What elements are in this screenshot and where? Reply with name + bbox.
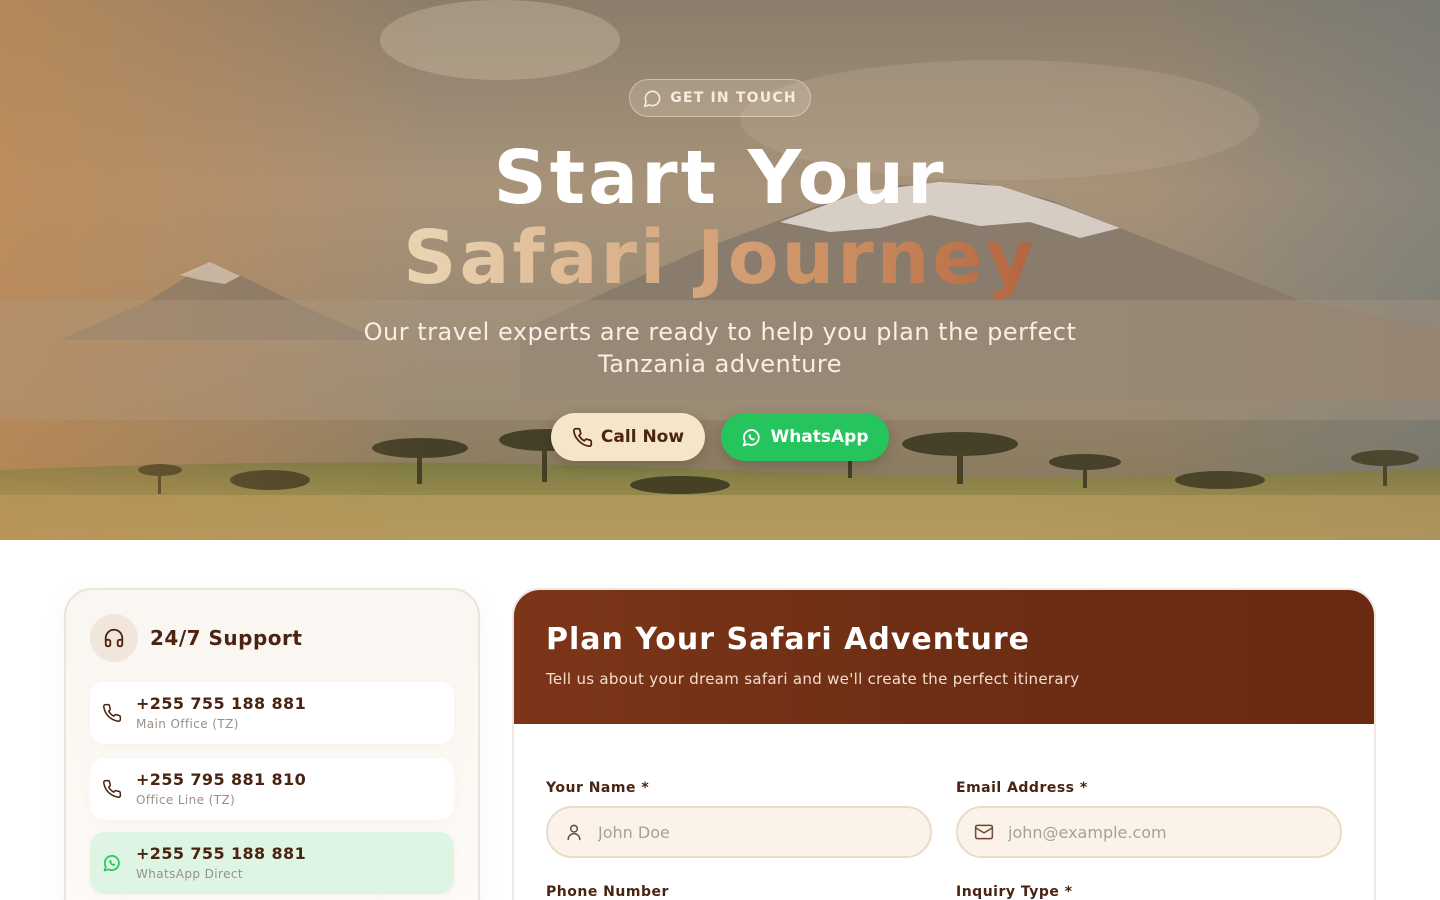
phone-label: Phone Number: [546, 884, 669, 900]
whatsapp-icon: [743, 428, 761, 446]
contact-number: +255 795 881 810: [136, 770, 307, 789]
phone-icon: [572, 427, 593, 447]
whatsapp-button[interactable]: WhatsApp: [721, 413, 889, 461]
contact-number: +255 755 188 881: [136, 694, 307, 713]
support-header: 24/7 Support: [90, 614, 302, 662]
hero-title-line2: Safari Journey: [0, 216, 1440, 300]
contact-label: WhatsApp Direct: [136, 867, 243, 881]
whatsapp-label: WhatsApp: [770, 427, 869, 447]
call-now-button[interactable]: Call Now: [551, 413, 705, 461]
hero-subtitle: Our travel experts are ready to help you…: [363, 318, 1077, 378]
contact-label: Main Office (TZ): [136, 717, 239, 731]
whatsapp-icon: [103, 855, 120, 872]
email-field[interactable]: [956, 806, 1342, 858]
hero-section: GET IN TOUCH Start Your Safari Journey O…: [0, 0, 1440, 540]
user-icon: [567, 824, 581, 841]
get-in-touch-badge: GET IN TOUCH: [629, 79, 811, 117]
support-card: 24/7 Support +255 755 188 881 Main Offic…: [64, 588, 480, 900]
support-title: 24/7 Support: [150, 626, 303, 650]
name-label: Your Name *: [546, 780, 650, 796]
safari-inquiry-form: Plan Your Safari Adventure Tell us about…: [512, 588, 1376, 900]
contact-office-line[interactable]: +255 795 881 810 Office Line (TZ): [90, 758, 454, 820]
chat-bubble-icon: [644, 90, 661, 107]
badge-label: GET IN TOUCH: [670, 90, 797, 106]
inquiry-type-label: Inquiry Type *: [956, 884, 1073, 900]
contact-main-office[interactable]: +255 755 188 881 Main Office (TZ): [90, 682, 454, 744]
name-input[interactable]: [598, 822, 898, 842]
headphones-icon: [104, 628, 124, 648]
support-icon-circle: [90, 614, 138, 662]
form-header: Plan Your Safari Adventure Tell us about…: [514, 590, 1374, 724]
contact-whatsapp-direct[interactable]: +255 755 188 881 WhatsApp Direct: [90, 832, 454, 894]
phone-icon: [103, 703, 122, 722]
contact-text: +255 755 188 881 Main Office (TZ): [136, 694, 306, 732]
form-title: Plan Your Safari Adventure: [546, 622, 1030, 657]
mail-icon: [974, 824, 994, 840]
contact-number: +255 755 188 881: [136, 844, 307, 863]
contact-text: +255 755 188 881 WhatsApp Direct: [136, 844, 306, 882]
hero-title-line1: Start Your: [493, 135, 947, 221]
name-field[interactable]: [546, 806, 932, 858]
form-subtitle: Tell us about your dream safari and we'l…: [546, 670, 1080, 688]
contact-label: Office Line (TZ): [136, 793, 236, 807]
email-label: Email Address *: [956, 780, 1088, 796]
call-now-label: Call Now: [600, 427, 685, 447]
contact-text: +255 795 881 810 Office Line (TZ): [136, 770, 306, 808]
email-input[interactable]: [1008, 822, 1308, 842]
phone-icon: [103, 779, 122, 798]
